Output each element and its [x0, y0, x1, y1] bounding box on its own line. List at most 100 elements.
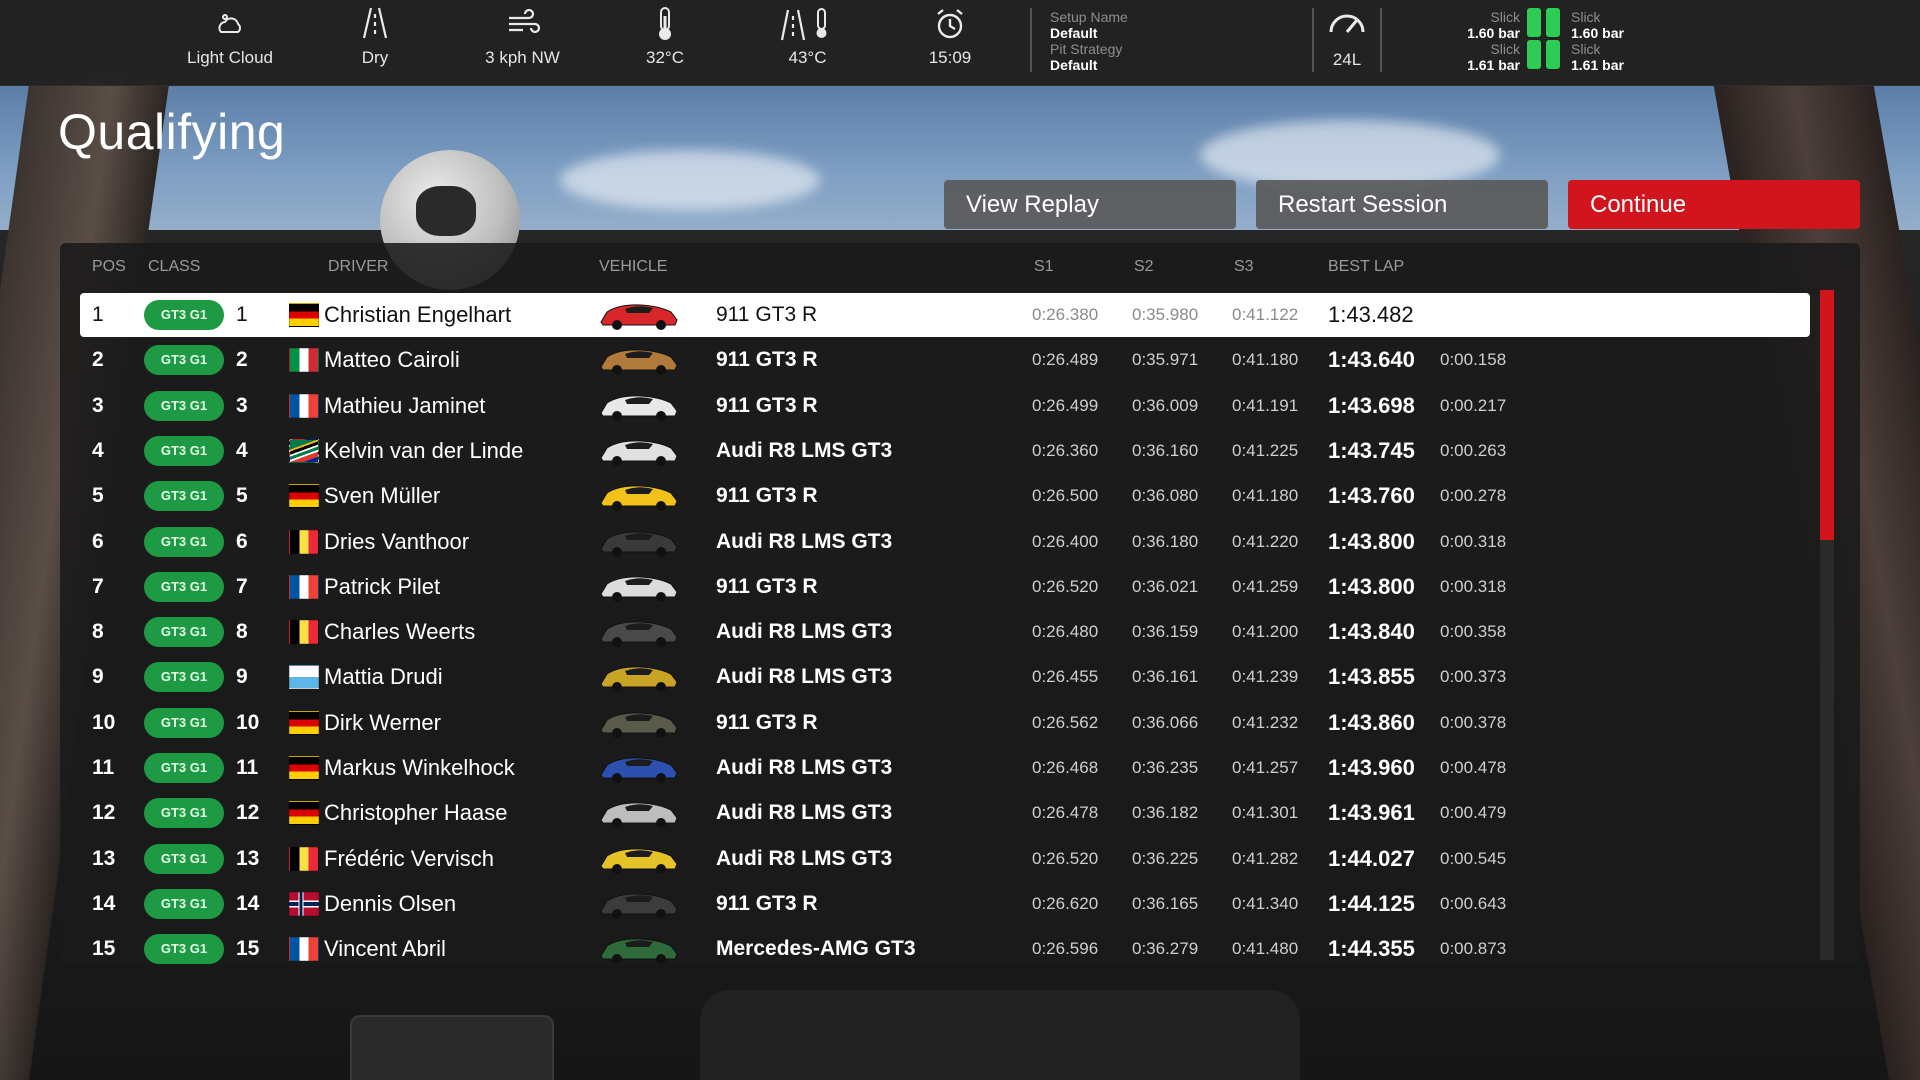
table-row[interactable]: 11 GT3 G1 11 Markus Winkelhock Audi R8 LMS G… [80, 746, 1810, 790]
car-number: 1 [236, 303, 248, 326]
wind: 3 kph NW [465, 6, 580, 76]
table-row[interactable]: 6 GT3 G1 6 Dries Vanthoor Audi R8 LMS GT3 0:2… [80, 520, 1810, 564]
germany-flag-icon [289, 484, 319, 508]
sector-1-time: 0:26.562 [1032, 713, 1099, 732]
best-lap-time: 1:43.745 [1328, 438, 1415, 463]
driver-name: Charles Weerts [324, 619, 476, 644]
table-row[interactable]: 8 GT3 G1 8 Charles Weerts Audi R8 LMS GT3 0:2… [80, 610, 1810, 654]
sector-2-time: 0:36.225 [1132, 849, 1199, 868]
tyre-front-right: Slick 1.60 bar [1571, 9, 1624, 41]
gap-to-leader: 0:00.545 [1440, 849, 1507, 868]
belgium-flag-icon [289, 847, 319, 871]
pit-strategy-label: Pit Strategy [1050, 41, 1123, 57]
class-badge: GT3 G1 [144, 753, 224, 783]
vehicle-name: 911 GT3 R [716, 892, 818, 915]
sector-2-time: 0:36.180 [1132, 532, 1199, 551]
table-row[interactable]: 12 GT3 G1 12 Christopher Haase Audi R8 LMS G… [80, 791, 1810, 835]
car-number: 4 [236, 439, 248, 462]
sector-3-time: 0:41.239 [1232, 667, 1299, 686]
gap-to-leader: 0:00.358 [1440, 622, 1507, 641]
position: 6 [92, 530, 104, 553]
sector-3-time: 0:41.200 [1232, 622, 1299, 641]
road-icon [335, 6, 415, 46]
sector-2-time: 0:36.080 [1132, 486, 1199, 505]
best-lap-time: 1:43.860 [1328, 710, 1415, 735]
dashboard [700, 990, 1300, 1080]
tyre-status-rear-left [1527, 40, 1541, 69]
position: 8 [92, 620, 104, 643]
driver-name: Vincent Abril [324, 936, 446, 961]
italy-flag-icon [289, 348, 319, 372]
driver-name: Mathieu Jaminet [324, 393, 486, 418]
position: 13 [92, 847, 116, 870]
restart-session-button[interactable]: Restart Session [1256, 180, 1548, 229]
class-badge: GT3 G1 [144, 436, 224, 466]
best-lap-time: 1:43.640 [1328, 347, 1415, 372]
driver-name: Kelvin van der Linde [324, 438, 524, 463]
germany-flag-icon [289, 756, 319, 780]
scrollbar-thumb[interactable] [1820, 290, 1834, 540]
sector-3-time: 0:41.480 [1232, 939, 1299, 958]
column-header-class: CLASS [148, 258, 201, 275]
table-row[interactable]: 4 GT3 G1 4 Kelvin van der Linde Audi R8 LMS … [80, 429, 1810, 473]
vehicle-name: 911 GT3 R [716, 575, 818, 598]
vehicle-name: 911 GT3 R [716, 711, 818, 734]
sector-3-time: 0:41.122 [1232, 305, 1299, 324]
table-row[interactable]: 7 GT3 G1 7 Patrick Pilet 911 GT3 R 0:26.520 0:… [80, 565, 1810, 609]
best-lap-time: 1:44.125 [1328, 891, 1415, 916]
position: 5 [92, 484, 104, 507]
class-badge: GT3 G1 [144, 391, 224, 421]
sector-3-time: 0:41.259 [1232, 577, 1299, 596]
gap-to-leader: 0:00.478 [1440, 758, 1507, 777]
gap-to-leader: 0:00.158 [1440, 350, 1507, 369]
table-row[interactable]: 10 GT3 G1 10 Dirk Werner 911 GT3 R 0:26.562 0:… [80, 701, 1810, 745]
driver-name: Matteo Cairoli [324, 347, 460, 372]
view-replay-button[interactable]: View Replay [944, 180, 1236, 229]
tyre-pressure: 1.61 bar [1571, 57, 1624, 73]
tyre-compound: Slick [1490, 9, 1520, 25]
tyre-status-front-right [1546, 8, 1560, 37]
car-number: 6 [236, 530, 248, 553]
car-number: 12 [236, 801, 260, 824]
sector-2-time: 0:36.009 [1132, 396, 1199, 415]
norway-flag-icon [289, 892, 319, 916]
germany-flag-icon [289, 303, 319, 327]
gap-to-leader: 0:00.318 [1440, 532, 1507, 551]
column-header-best-lap: BEST LAP [1328, 258, 1405, 275]
column-header-s3: S3 [1234, 258, 1254, 275]
table-row[interactable]: 14 GT3 G1 14 Dennis Olsen 911 GT3 R 0:26.620 0… [80, 882, 1810, 926]
france-flag-icon [289, 394, 319, 418]
session-info-bar: Light Cloud Dry 3 kph NW 32°C 43°C 15:09… [0, 0, 1920, 86]
sector-1-time: 0:26.468 [1032, 758, 1099, 777]
gap-to-leader: 0:00.373 [1440, 667, 1507, 686]
setup-name-value: Default [1050, 25, 1098, 41]
tyre-compound: Slick [1571, 9, 1601, 25]
table-row[interactable]: 9 GT3 G1 9 Mattia Drudi Audi R8 LMS GT3 0:26.… [80, 655, 1810, 699]
table-row[interactable]: 13 GT3 G1 13 Frédéric Vervisch Audi R8 LMS G… [80, 837, 1810, 881]
table-row[interactable]: 1 GT3 G1 1 Christian Engelhart 911 GT3 R 0:26… [80, 293, 1810, 337]
air-temperature: 32°C [620, 6, 710, 76]
vehicle-name: 911 GT3 R [716, 484, 818, 507]
table-row[interactable]: 3 GT3 G1 3 Mathieu Jaminet 911 GT3 R 0:26.499… [80, 384, 1810, 428]
column-header-s1: S1 [1034, 258, 1054, 275]
tyre-pressure: 1.61 bar [1467, 57, 1520, 73]
sector-2-time: 0:36.021 [1132, 577, 1199, 596]
sector-2-time: 0:36.161 [1132, 667, 1199, 686]
car-number: 15 [236, 937, 260, 960]
table-row[interactable]: 5 GT3 G1 5 Sven Müller 911 GT3 R 0:26.500 0:36… [80, 474, 1810, 518]
continue-button[interactable]: Continue [1568, 180, 1860, 229]
vehicle-name: Audi R8 LMS GT3 [716, 665, 893, 688]
results-scrollbar[interactable] [1820, 290, 1834, 960]
france-flag-icon [289, 575, 319, 599]
car-livery-icon [597, 298, 681, 332]
best-lap-time: 1:43.961 [1328, 800, 1415, 825]
vehicle-name: Audi R8 LMS GT3 [716, 620, 893, 643]
sector-2-time: 0:36.235 [1132, 758, 1199, 777]
sector-3-time: 0:41.257 [1232, 758, 1299, 777]
car-livery-icon [597, 479, 681, 513]
table-row[interactable]: 15 GT3 G1 15 Vincent Abril Mercedes-AMG GT3 0… [80, 927, 1810, 971]
table-row[interactable]: 2 GT3 G1 2 Matteo Cairoli 911 GT3 R 0:26.489 0… [80, 338, 1810, 382]
san-marino-flag-icon [289, 665, 319, 689]
time-of-day-label: 15:09 [928, 48, 972, 67]
best-lap-time: 1:44.355 [1328, 936, 1415, 961]
